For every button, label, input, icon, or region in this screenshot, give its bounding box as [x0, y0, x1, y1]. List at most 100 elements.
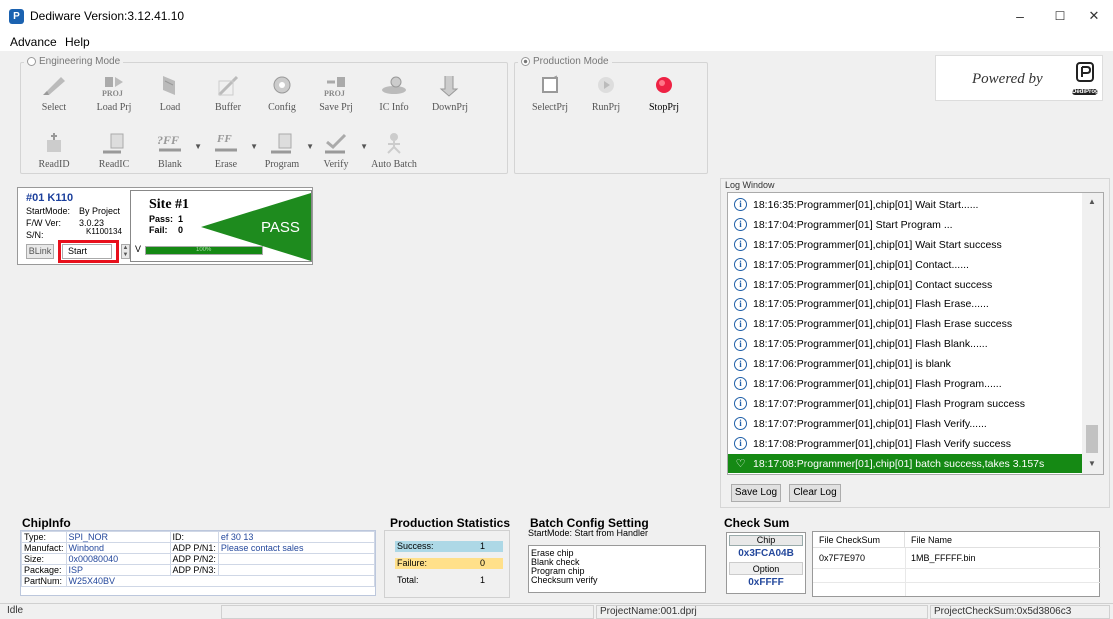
- load-button[interactable]: Load: [140, 73, 200, 113]
- checksum-chip-panel: Chip 0x3FCA04B Option 0xFFFF: [726, 532, 806, 594]
- erase-icon: FF: [211, 130, 241, 154]
- result-text: PASS: [261, 219, 300, 236]
- menu-advance[interactable]: Advance: [10, 35, 57, 49]
- option-checksum-button[interactable]: Option: [729, 562, 803, 575]
- run-project-button[interactable]: RunPrj: [576, 73, 636, 113]
- fw-label: F/W Ver:: [26, 218, 62, 228]
- blink-button[interactable]: BLink: [26, 244, 54, 259]
- blank-button[interactable]: ?FF Blank ▼: [140, 130, 202, 170]
- production-statistics-title: Production Statistics: [390, 516, 511, 530]
- start-spinner[interactable]: ▲ ▼: [121, 244, 130, 259]
- info-icon: i: [734, 377, 747, 391]
- production-statistics-panel: Success: 1 Failure: 0 Total: 1: [384, 530, 510, 598]
- load-icon: [155, 73, 185, 97]
- info-icon: i: [734, 198, 747, 212]
- chipinfo-grid: Type: SPI_NOR ID: ef 30 13 Manufact: Winbond…: [21, 531, 376, 587]
- chipinfo-row: Size: 0x00080040 ADP P/N2:: [21, 553, 376, 565]
- verify-icon: [321, 130, 351, 154]
- load-project-button[interactable]: PROJ Load Prj: [84, 73, 144, 113]
- log-line-text: 18:17:05:Programmer[01],chip[01] Wait St…: [753, 238, 1002, 251]
- log-line: i 18:17:07:Programmer[01],chip[01] Flash …: [728, 414, 1084, 434]
- option-checksum-value: 0xFFFF: [748, 577, 784, 588]
- engineering-mode-radio[interactable]: Engineering Mode: [24, 56, 124, 67]
- download-project-button[interactable]: DownPrj: [420, 73, 480, 113]
- read-id-button[interactable]: ReadID: [24, 130, 84, 170]
- log-line: i 18:17:05:Programmer[01],chip[01] Contac…: [728, 275, 1084, 295]
- failure-label: Failure:: [397, 558, 428, 568]
- log-list: i 18:16:35:Programmer[01],chip[01] Wait S…: [728, 193, 1084, 474]
- auto-batch-icon: [379, 130, 409, 154]
- log-line: i 18:17:05:Programmer[01],chip[01] Flash …: [728, 334, 1084, 354]
- select-project-button[interactable]: SelectPrj: [520, 73, 580, 113]
- buffer-button[interactable]: Buffer: [198, 73, 258, 113]
- file-name-header: File Name: [905, 532, 1101, 548]
- log-line-text: 18:17:07:Programmer[01],chip[01] Flash P…: [753, 397, 1025, 410]
- powered-by-text: Powered by: [972, 71, 1043, 87]
- progress-bar: 100%: [145, 246, 263, 255]
- chip-checksum-button[interactable]: Chip: [729, 535, 803, 546]
- config-button[interactable]: Config: [252, 73, 312, 113]
- log-line: i 18:17:05:Programmer[01],chip[01] Contac…: [728, 255, 1084, 275]
- save-project-button[interactable]: PROJ Save Prj: [306, 73, 366, 113]
- engineering-mode-label: Engineering Mode: [39, 56, 121, 67]
- info-icon: i: [734, 357, 747, 371]
- select-button[interactable]: Select: [24, 73, 84, 113]
- info-icon: i: [734, 238, 747, 252]
- scroll-down-icon[interactable]: ▼: [1088, 459, 1096, 468]
- verify-button[interactable]: Verify ▼: [306, 130, 368, 170]
- close-button[interactable]: ✕: [1074, 4, 1113, 28]
- info-icon: i: [734, 337, 747, 351]
- production-mode-radio[interactable]: Production Mode: [518, 56, 612, 67]
- info-icon: i: [734, 397, 747, 411]
- fail-count: 0: [178, 225, 184, 235]
- dediprog-logo-icon: DediProg: [1072, 61, 1099, 97]
- program-button[interactable]: Program ▼: [252, 130, 314, 170]
- log-window[interactable]: i 18:16:35:Programmer[01],chip[01] Wait S…: [727, 192, 1104, 475]
- info-icon: i: [734, 297, 747, 311]
- select-project-icon: [535, 73, 565, 97]
- log-scrollbar[interactable]: ▲ ▼: [1082, 193, 1103, 474]
- erase-button[interactable]: FF Erase ▼: [196, 130, 258, 170]
- clear-log-button[interactable]: Clear Log: [789, 484, 841, 502]
- start-button[interactable]: Start: [62, 244, 112, 259]
- log-line: i 18:17:07:Programmer[01],chip[01] Flash …: [728, 394, 1084, 414]
- minimize-button[interactable]: –: [1000, 4, 1040, 28]
- log-line: i 18:17:06:Programmer[01],chip[01] Flash …: [728, 374, 1084, 394]
- log-line-text: 18:17:05:Programmer[01],chip[01] Flash E…: [753, 318, 1013, 331]
- scroll-up-icon[interactable]: ▲: [1088, 197, 1096, 206]
- progress-text: 100%: [196, 247, 212, 253]
- programmer-id: #01 K110: [26, 192, 74, 204]
- info-icon: i: [734, 437, 747, 451]
- read-ic-button[interactable]: ReadIC: [84, 130, 144, 170]
- svg-text:FF: FF: [216, 133, 232, 145]
- stop-project-icon: [649, 73, 679, 97]
- log-line-success: ♡ 18:17:08:Programmer[01],chip[01] batch …: [728, 453, 1084, 474]
- ic-info-icon: [379, 73, 409, 97]
- chip-checksum-value: 0x3FCA04B: [738, 548, 794, 559]
- file-name-value: 1MB_FFFFF.bin: [911, 553, 976, 563]
- auto-batch-button[interactable]: Auto Batch: [364, 130, 424, 170]
- log-line-text: 18:17:04:Programmer[01] Start Program ..…: [753, 218, 953, 231]
- file-checksum-table: File CheckSum File Name 0x7F7E970 1MB_FF…: [812, 531, 1101, 597]
- log-line: i 18:17:08:Programmer[01],chip[01] Flash …: [728, 434, 1084, 454]
- title-bar: P Dediware Version:3.12.41.10 – ☐ ✕: [0, 0, 1113, 32]
- sn-label: S/N:: [26, 230, 44, 240]
- log-line: i 18:16:35:Programmer[01],chip[01] Wait S…: [728, 195, 1084, 215]
- window-title: Dediware Version:3.12.41.10: [30, 9, 185, 23]
- log-line-text: 18:17:06:Programmer[01],chip[01] Flash P…: [753, 377, 1002, 390]
- blank-icon: ?FF: [155, 130, 185, 154]
- save-log-button[interactable]: Save Log: [731, 484, 781, 502]
- log-window-title: Log Window: [725, 180, 775, 190]
- success-value: 1: [480, 541, 486, 551]
- scroll-thumb[interactable]: [1086, 425, 1098, 453]
- status-bar: Idle ProjectName:001.dprj ProjectCheckSu…: [0, 603, 1113, 619]
- checksum-title: Check Sum: [724, 516, 790, 530]
- menu-help[interactable]: Help: [65, 35, 90, 49]
- stop-project-button[interactable]: StopPrj: [634, 73, 694, 113]
- run-project-icon: [591, 73, 621, 97]
- ic-info-button[interactable]: IC Info: [364, 73, 424, 113]
- log-line-text: 18:16:35:Programmer[01],chip[01] Wait St…: [753, 198, 979, 211]
- chipinfo-row: Package: ISP ADP P/N3:: [21, 564, 376, 576]
- batch-items-list: Erase chip Blank check Program chip Chec…: [528, 545, 706, 593]
- dediprog-icon: P: [9, 9, 24, 24]
